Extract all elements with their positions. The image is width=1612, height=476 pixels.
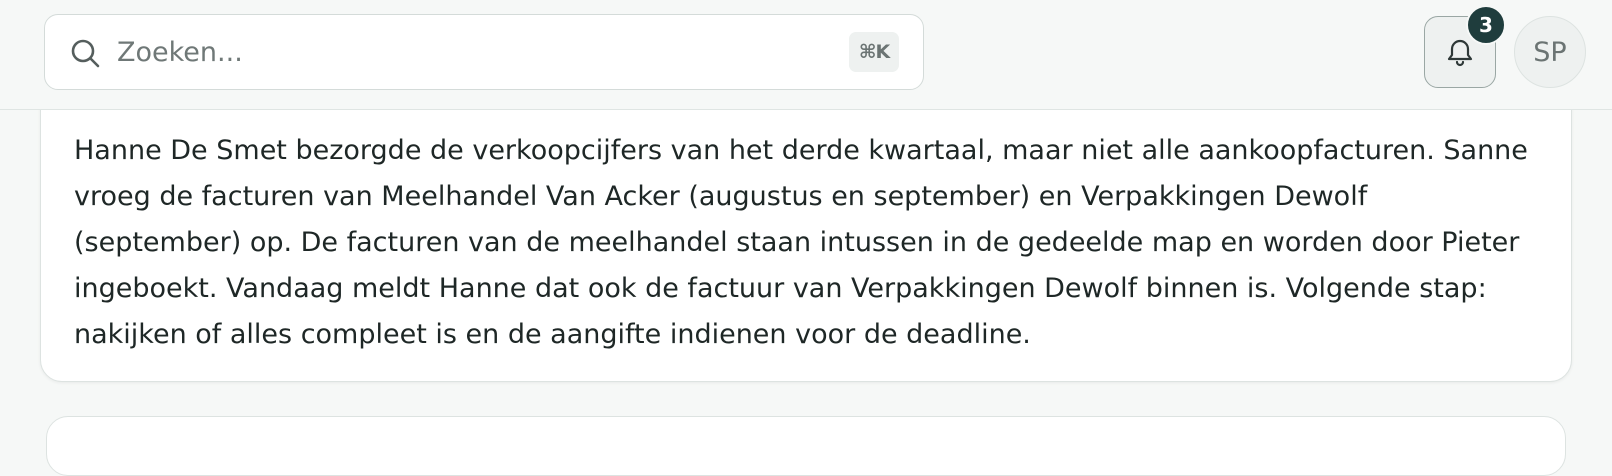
search-input[interactable] [117,29,817,75]
top-bar: ⌘K 3 SP [0,0,1612,110]
note-text: Hanne De Smet bezorgde de verkoopcijfers… [74,135,1528,350]
search-icon [71,39,100,68]
search-shortcut-hint: ⌘K [849,32,899,72]
search-box[interactable]: ⌘K [44,14,924,90]
next-card [46,416,1566,476]
user-avatar[interactable]: SP [1514,16,1586,88]
notification-count-badge: 3 [1466,5,1506,45]
